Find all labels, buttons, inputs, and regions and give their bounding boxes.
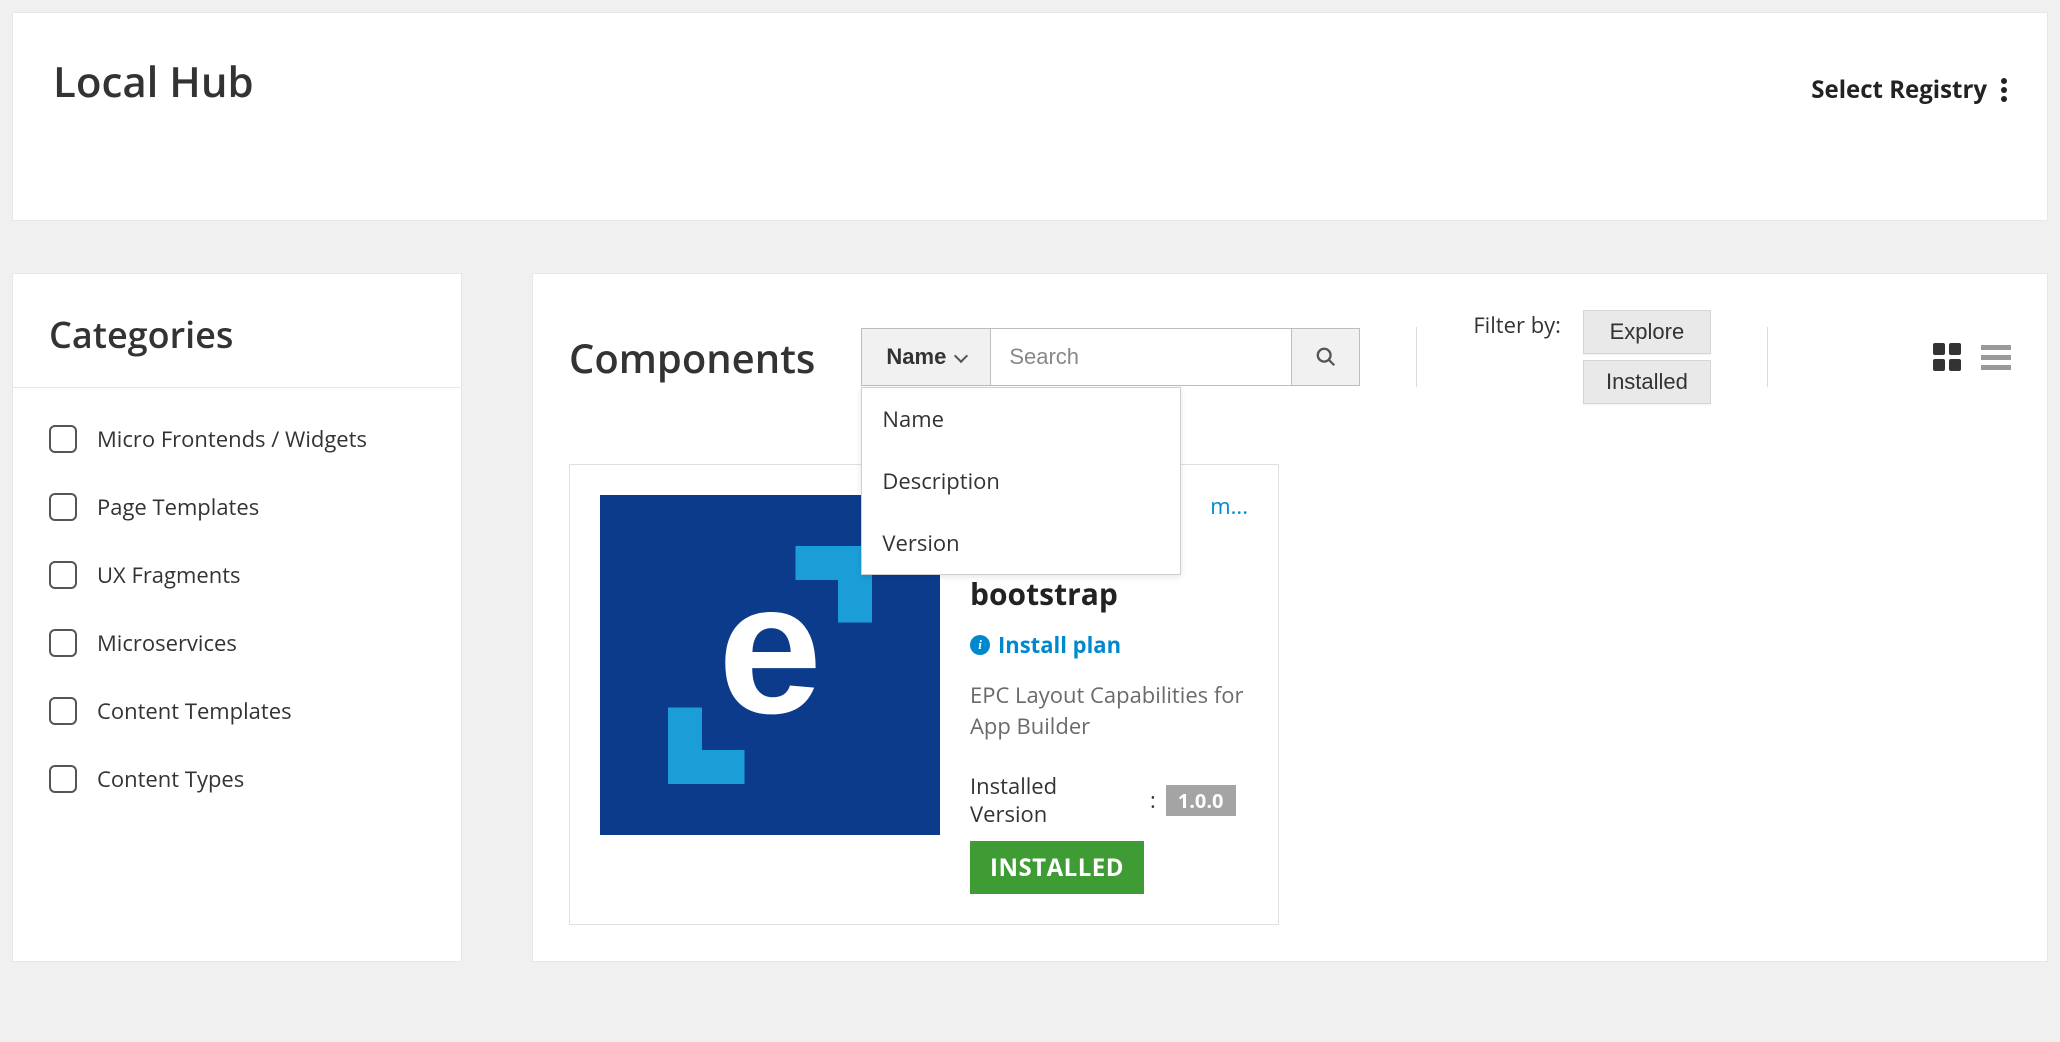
components-title: Components — [569, 330, 815, 385]
install-plan-label: Install plan — [998, 630, 1121, 660]
search-icon — [1315, 346, 1337, 368]
search-input[interactable] — [991, 329, 1291, 385]
checkbox[interactable] — [49, 493, 77, 521]
search-type-option[interactable]: Version — [862, 512, 1180, 574]
kebab-icon[interactable] — [2001, 78, 2007, 102]
search-type-option[interactable]: Description — [862, 450, 1180, 512]
component-description: EPC Layout Capabilities for App Builder — [970, 680, 1248, 742]
categories-title: Categories — [13, 274, 461, 387]
category-item[interactable]: UX Fragments — [49, 560, 425, 590]
search-type-menu: Name Description Version — [861, 387, 1181, 575]
search-type-dropdown[interactable]: Name — [862, 329, 991, 385]
grid-view-icon[interactable] — [1933, 343, 1961, 371]
checkbox[interactable] — [49, 697, 77, 725]
category-item[interactable]: Content Templates — [49, 696, 425, 726]
checkbox[interactable] — [49, 765, 77, 793]
search-button[interactable] — [1291, 329, 1359, 385]
search-type-option[interactable]: Name — [862, 388, 1180, 450]
info-icon: i — [970, 635, 990, 655]
select-registry-label: Select Registry — [1811, 73, 1987, 106]
category-item[interactable]: Microservices — [49, 628, 425, 658]
search-group: Name Name Description Version — [861, 328, 1360, 386]
filter-label: Filter by: — [1473, 310, 1561, 341]
filter-buttons: Explore Installed — [1583, 310, 1711, 404]
select-registry[interactable]: Select Registry — [1811, 73, 2007, 106]
filter-explore-button[interactable]: Explore — [1583, 310, 1711, 354]
category-item[interactable]: Micro Frontends / Widgets — [49, 424, 425, 454]
page-title: Local Hub — [53, 53, 254, 110]
svg-text:e: e — [718, 544, 822, 753]
filter-installed-button[interactable]: Installed — [1583, 360, 1711, 404]
category-label: UX Fragments — [97, 560, 241, 590]
version-badge: 1.0.0 — [1166, 785, 1236, 816]
header-card: Local Hub Select Registry — [12, 12, 2048, 221]
checkbox[interactable] — [49, 561, 77, 589]
component-link-truncated[interactable]: m... — [1210, 491, 1248, 521]
divider — [1767, 327, 1768, 387]
version-label: Installed Version — [970, 772, 1140, 829]
category-label: Page Templates — [97, 492, 259, 522]
category-label: Content Templates — [97, 696, 292, 726]
category-label: Micro Frontends / Widgets — [97, 424, 367, 454]
categories-list: Micro Frontends / Widgets Page Templates… — [13, 388, 461, 830]
category-item[interactable]: Page Templates — [49, 492, 425, 522]
checkbox[interactable] — [49, 425, 77, 453]
categories-sidebar: Categories Micro Frontends / Widgets Pag… — [12, 273, 462, 962]
content-header: Components Name Name Description Version — [569, 310, 2011, 404]
checkbox[interactable] — [49, 629, 77, 657]
list-view-icon[interactable] — [1981, 345, 2011, 370]
divider — [1416, 327, 1417, 387]
main-row: Categories Micro Frontends / Widgets Pag… — [0, 233, 2060, 962]
filter-section: Filter by: Explore Installed — [1473, 310, 1711, 404]
view-toggle — [1933, 343, 2011, 371]
version-row: Installed Version : 1.0.0 — [970, 772, 1248, 829]
content-panel: Components Name Name Description Version — [532, 273, 2048, 962]
status-badge: INSTALLED — [970, 841, 1144, 894]
install-plan-link[interactable]: i Install plan — [970, 630, 1248, 660]
chevron-down-icon — [954, 348, 968, 362]
category-label: Microservices — [97, 628, 237, 658]
search-type-label: Name — [886, 344, 946, 370]
version-colon: : — [1150, 785, 1156, 815]
category-label: Content Types — [97, 764, 244, 794]
category-item[interactable]: Content Types — [49, 764, 425, 794]
